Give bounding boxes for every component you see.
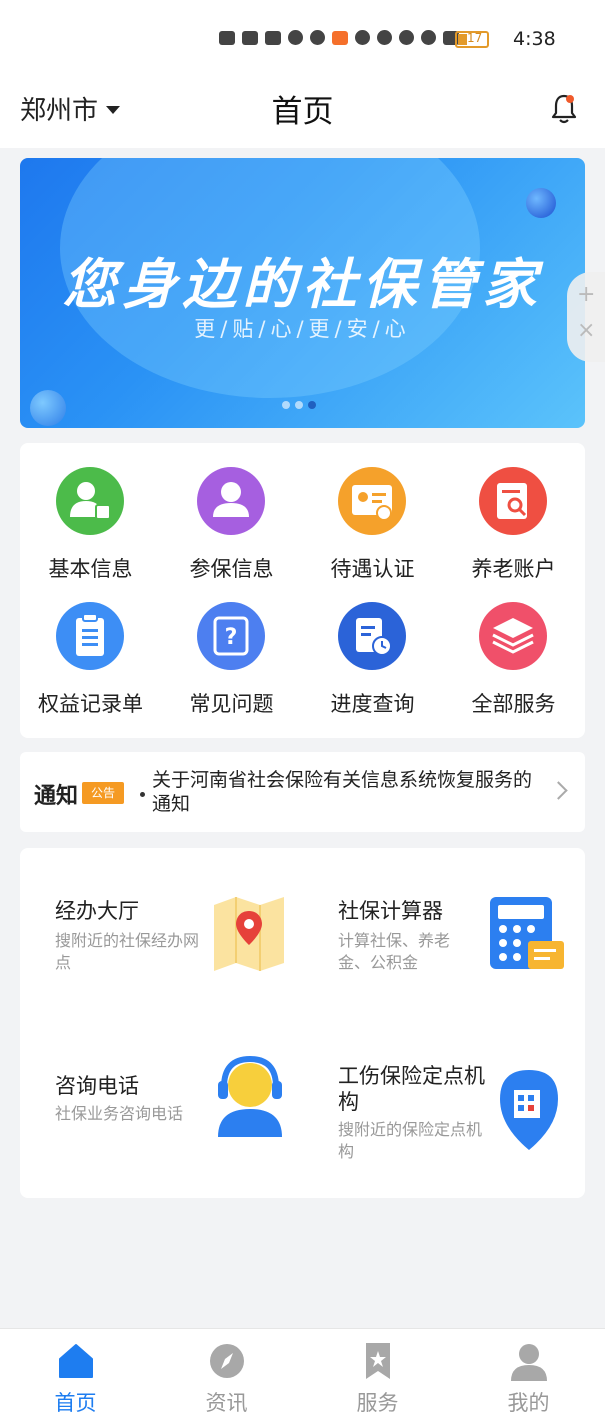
tab-label: 我的 (507, 1391, 550, 1415)
calculator-icon (490, 897, 564, 969)
shield-icon (310, 30, 325, 45)
service-title: 社保计算器 (338, 899, 443, 923)
qq-icon (355, 30, 370, 45)
svg-text:?: ? (225, 625, 238, 650)
compass-icon (210, 1344, 244, 1378)
banner-subtitle: 更/贴/心/更/安/心 (194, 317, 411, 341)
status-time: 4:38 (513, 28, 556, 50)
service-title: 工伤保险定点机构 (338, 1064, 485, 1114)
grid-item-progress-query[interactable]: 进度查询 (302, 578, 443, 716)
clipboard-icon (56, 602, 124, 670)
headset-agent-icon (218, 1055, 282, 1137)
tab-label: 首页 (54, 1391, 97, 1415)
status-bar: 17 4:38 (0, 0, 605, 78)
bottom-tab-bar: 首页 资讯 服务 我的 (0, 1328, 605, 1421)
bullet-icon (140, 792, 145, 797)
signal-2g-icon (265, 30, 281, 45)
carousel-dot[interactable] (282, 401, 290, 409)
close-icon: × (577, 318, 596, 343)
bell-icon[interactable] (550, 92, 578, 124)
grid-item-insurance-info[interactable]: 参保信息 (161, 443, 302, 581)
user-icon (511, 1344, 547, 1381)
quick-services-grid: 基本信息 参保信息 待遇认证 养老账户 权益记录单 ? 常见问题 进度查询 全部… (20, 443, 585, 738)
wifi-icon (288, 30, 303, 45)
home-icon (59, 1344, 93, 1378)
grid-label: 权益记录单 (38, 692, 143, 716)
app-notification-icon (332, 30, 348, 45)
grid-item-benefit-auth[interactable]: 待遇认证 (302, 443, 443, 581)
building-pin-icon (500, 1070, 558, 1150)
service-card-hall[interactable]: 经办大厅 搜附近的社保经办网点 (20, 848, 302, 1023)
carousel-dot[interactable] (295, 401, 303, 409)
grid-label: 进度查询 (330, 692, 415, 716)
person-icon (197, 467, 265, 535)
location-icon (399, 30, 414, 45)
tab-news[interactable]: 资讯 (151, 1329, 302, 1421)
grid-label: 常见问题 (189, 692, 274, 716)
ledger-search-icon (479, 467, 547, 535)
service-desc: 搜附近的社保经办网点 (55, 931, 200, 972)
banner-decoration-ball (30, 390, 66, 426)
chevron-right-icon[interactable] (549, 781, 568, 800)
grid-item-faq[interactable]: ? 常见问题 (161, 578, 302, 716)
chat-icon (377, 30, 392, 45)
grid-item-basic-info[interactable]: 基本信息 (20, 443, 161, 581)
tab-label: 资讯 (205, 1391, 248, 1415)
service-desc: 社保业务咨询电话 (55, 1104, 184, 1123)
page-title: 首页 (271, 94, 334, 130)
id-card-check-icon (338, 467, 406, 535)
notice-bar[interactable]: 通知 公告 关于河南省社会保险有关信息系统恢复服务的通知 (20, 752, 585, 832)
notice-title: 通知 (34, 784, 79, 809)
alarm-icon (421, 30, 436, 45)
app-header: 郑州市 首页 (0, 78, 605, 138)
hd-icon (219, 30, 235, 45)
plus-icon: + (577, 282, 596, 307)
tab-home[interactable]: 首页 (0, 1329, 151, 1421)
carousel-dot-active[interactable] (308, 401, 316, 409)
grid-label: 全部服务 (471, 692, 556, 716)
grid-item-pension-account[interactable]: 养老账户 (443, 443, 584, 581)
banner-title: 您身边的社保管家 (62, 253, 543, 316)
service-card-injury-institution[interactable]: 工伤保险定点机构 搜附近的保险定点机构 (303, 1023, 585, 1198)
tab-label: 服务 (356, 1391, 399, 1415)
person-id-icon (56, 467, 124, 535)
promo-banner[interactable]: 您身边的社保管家 更/贴/心/更/安/心 (20, 158, 585, 428)
tab-services[interactable]: 服务 (302, 1329, 453, 1421)
service-card-calculator[interactable]: 社保计算器 计算社保、养老金、公积金 (303, 848, 585, 1023)
map-pin-icon (214, 897, 284, 971)
service-title: 经办大厅 (55, 899, 139, 923)
banner-decoration-ball (526, 188, 556, 218)
layers-icon (479, 602, 547, 670)
service-cards: 经办大厅 搜附近的社保经办网点 社保计算器 计算社保、养老金、公积金 咨询电话 … (20, 848, 585, 1198)
question-doc-icon: ? (197, 602, 265, 670)
service-desc: 计算社保、养老金、公积金 (338, 931, 451, 972)
battery-icon: 17 (455, 31, 489, 48)
status-icons (219, 30, 459, 45)
tab-mine[interactable]: 我的 (453, 1329, 604, 1421)
battery-level: 17 (467, 31, 483, 45)
service-title: 咨询电话 (55, 1074, 139, 1098)
bookmark-star-icon (366, 1343, 390, 1379)
service-desc: 搜附近的保险定点机构 (338, 1120, 483, 1161)
document-clock-icon (338, 602, 406, 670)
carousel-indicator[interactable] (282, 401, 316, 409)
floating-side-button[interactable]: + × (567, 272, 605, 362)
grid-item-all-services[interactable]: 全部服务 (443, 578, 584, 716)
notice-text: 关于河南省社会保险有关信息系统恢复服务的通知 (152, 769, 533, 815)
grid-item-rights-record[interactable]: 权益记录单 (20, 578, 161, 716)
signal-4g-icon (242, 30, 258, 45)
service-card-hotline[interactable]: 咨询电话 社保业务咨询电话 (20, 1023, 302, 1198)
notice-badge: 公告 (82, 782, 124, 804)
